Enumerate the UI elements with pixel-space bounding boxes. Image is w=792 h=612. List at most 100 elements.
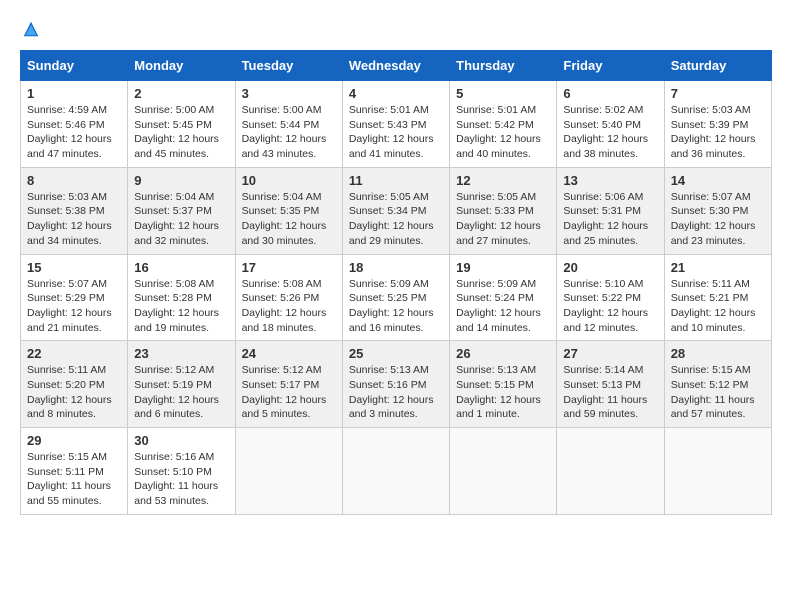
day-number: 4 (349, 86, 443, 101)
day-info: Sunrise: 5:10 AMSunset: 5:22 PMDaylight:… (563, 277, 657, 336)
empty-cell (450, 428, 557, 515)
day-number: 24 (242, 346, 336, 361)
calendar-day-cell: 20 Sunrise: 5:10 AMSunset: 5:22 PMDayligh… (557, 254, 664, 341)
day-number: 22 (27, 346, 121, 361)
calendar-day-cell: 19 Sunrise: 5:09 AMSunset: 5:24 PMDayligh… (450, 254, 557, 341)
day-number: 18 (349, 260, 443, 275)
day-info: Sunrise: 5:01 AMSunset: 5:43 PMDaylight:… (349, 103, 443, 162)
calendar-day-cell: 3 Sunrise: 5:00 AMSunset: 5:44 PMDaylight… (235, 81, 342, 168)
calendar-day-cell: 25Sunrise: 5:13 AMSunset: 5:16 PMDayligh… (342, 341, 449, 428)
day-info: Sunrise: 5:01 AMSunset: 5:42 PMDaylight:… (456, 103, 550, 162)
calendar-day-cell: 23 Sunrise: 5:12 AMSunset: 5:19 PMDayligh… (128, 341, 235, 428)
calendar-row: 8 Sunrise: 5:03 AMSunset: 5:38 PMDaylight… (21, 167, 772, 254)
day-number: 21 (671, 260, 765, 275)
calendar-day-cell: 8 Sunrise: 5:03 AMSunset: 5:38 PMDaylight… (21, 167, 128, 254)
day-info: Sunrise: 5:07 AMSunset: 5:29 PMDaylight:… (27, 277, 121, 336)
day-info: Sunrise: 5:03 AMSunset: 5:38 PMDaylight:… (27, 190, 121, 249)
calendar-table: SundayMondayTuesdayWednesdayThursdayFrid… (20, 50, 772, 515)
day-info: Sunrise: 5:09 AMSunset: 5:25 PMDaylight:… (349, 277, 443, 336)
day-of-week-header: Wednesday (342, 51, 449, 81)
day-info: Sunrise: 5:13 AMSunset: 5:16 PMDaylight:… (349, 363, 443, 422)
day-number: 16 (134, 260, 228, 275)
calendar-day-cell: 10 Sunrise: 5:04 AMSunset: 5:35 PMDayligh… (235, 167, 342, 254)
empty-cell (235, 428, 342, 515)
day-info: Sunrise: 5:07 AMSunset: 5:30 PMDaylight:… (671, 190, 765, 249)
calendar-row: 29Sunrise: 5:15 AMSunset: 5:11 PMDayligh… (21, 428, 772, 515)
calendar-day-cell: 15 Sunrise: 5:07 AMSunset: 5:29 PMDayligh… (21, 254, 128, 341)
day-info: Sunrise: 5:08 AMSunset: 5:28 PMDaylight:… (134, 277, 228, 336)
calendar-day-cell: 24 Sunrise: 5:12 AMSunset: 5:17 PMDayligh… (235, 341, 342, 428)
day-number: 6 (563, 86, 657, 101)
day-of-week-header: Tuesday (235, 51, 342, 81)
calendar-day-cell: 6 Sunrise: 5:02 AMSunset: 5:40 PMDaylight… (557, 81, 664, 168)
day-info: Sunrise: 5:08 AMSunset: 5:26 PMDaylight:… (242, 277, 336, 336)
logo (20, 20, 40, 34)
calendar-day-cell: 12Sunrise: 5:05 AMSunset: 5:33 PMDayligh… (450, 167, 557, 254)
day-info: Sunrise: 5:15 AMSunset: 5:11 PMDaylight:… (27, 450, 121, 509)
calendar-day-cell: 7Sunrise: 5:03 AMSunset: 5:39 PMDaylight… (664, 81, 771, 168)
day-info: Sunrise: 5:11 AMSunset: 5:20 PMDaylight:… (27, 363, 121, 422)
day-number: 5 (456, 86, 550, 101)
calendar-day-cell: 21 Sunrise: 5:11 AMSunset: 5:21 PMDayligh… (664, 254, 771, 341)
calendar-day-cell: 30Sunrise: 5:16 AMSunset: 5:10 PMDayligh… (128, 428, 235, 515)
calendar-day-cell: 2Sunrise: 5:00 AMSunset: 5:45 PMDaylight… (128, 81, 235, 168)
calendar-day-cell: 27Sunrise: 5:14 AMSunset: 5:13 PMDayligh… (557, 341, 664, 428)
calendar-day-cell: 26 Sunrise: 5:13 AMSunset: 5:15 PMDayligh… (450, 341, 557, 428)
logo-icon (22, 20, 40, 38)
day-info: Sunrise: 5:05 AMSunset: 5:33 PMDaylight:… (456, 190, 550, 249)
day-number: 17 (242, 260, 336, 275)
day-of-week-header: Monday (128, 51, 235, 81)
day-info: Sunrise: 5:09 AMSunset: 5:24 PMDaylight:… (456, 277, 550, 336)
page-header (20, 20, 772, 34)
day-info: Sunrise: 5:12 AMSunset: 5:17 PMDaylight:… (242, 363, 336, 422)
day-number: 10 (242, 173, 336, 188)
calendar-day-cell: 29Sunrise: 5:15 AMSunset: 5:11 PMDayligh… (21, 428, 128, 515)
day-info: Sunrise: 5:05 AMSunset: 5:34 PMDaylight:… (349, 190, 443, 249)
calendar-day-cell: 22 Sunrise: 5:11 AMSunset: 5:20 PMDayligh… (21, 341, 128, 428)
calendar-day-cell: 18 Sunrise: 5:09 AMSunset: 5:25 PMDayligh… (342, 254, 449, 341)
calendar-row: 22 Sunrise: 5:11 AMSunset: 5:20 PMDayligh… (21, 341, 772, 428)
day-of-week-header: Friday (557, 51, 664, 81)
calendar-day-cell: 1Sunrise: 4:59 AMSunset: 5:46 PMDaylight… (21, 81, 128, 168)
calendar-day-cell: 9 Sunrise: 5:04 AMSunset: 5:37 PMDaylight… (128, 167, 235, 254)
day-number: 11 (349, 173, 443, 188)
calendar-day-cell: 4 Sunrise: 5:01 AMSunset: 5:43 PMDaylight… (342, 81, 449, 168)
day-number: 14 (671, 173, 765, 188)
day-number: 15 (27, 260, 121, 275)
day-number: 13 (563, 173, 657, 188)
day-number: 3 (242, 86, 336, 101)
day-of-week-header: Saturday (664, 51, 771, 81)
day-number: 8 (27, 173, 121, 188)
day-info: Sunrise: 5:13 AMSunset: 5:15 PMDaylight:… (456, 363, 550, 422)
day-number: 9 (134, 173, 228, 188)
calendar-day-cell: 16 Sunrise: 5:08 AMSunset: 5:28 PMDayligh… (128, 254, 235, 341)
day-info: Sunrise: 5:04 AMSunset: 5:35 PMDaylight:… (242, 190, 336, 249)
day-number: 23 (134, 346, 228, 361)
day-info: Sunrise: 5:00 AMSunset: 5:44 PMDaylight:… (242, 103, 336, 162)
day-info: Sunrise: 5:00 AMSunset: 5:45 PMDaylight:… (134, 103, 228, 162)
day-number: 27 (563, 346, 657, 361)
day-info: Sunrise: 5:15 AMSunset: 5:12 PMDaylight:… (671, 363, 765, 422)
day-number: 7 (671, 86, 765, 101)
day-number: 28 (671, 346, 765, 361)
calendar-day-cell: 5 Sunrise: 5:01 AMSunset: 5:42 PMDaylight… (450, 81, 557, 168)
day-number: 26 (456, 346, 550, 361)
calendar-day-cell: 14 Sunrise: 5:07 AMSunset: 5:30 PMDayligh… (664, 167, 771, 254)
empty-cell (557, 428, 664, 515)
day-info: Sunrise: 5:16 AMSunset: 5:10 PMDaylight:… (134, 450, 228, 509)
day-info: Sunrise: 5:12 AMSunset: 5:19 PMDaylight:… (134, 363, 228, 422)
day-of-week-header: Sunday (21, 51, 128, 81)
empty-cell (342, 428, 449, 515)
calendar-day-cell: 28 Sunrise: 5:15 AMSunset: 5:12 PMDayligh… (664, 341, 771, 428)
calendar-day-cell: 17 Sunrise: 5:08 AMSunset: 5:26 PMDayligh… (235, 254, 342, 341)
day-info: Sunrise: 5:04 AMSunset: 5:37 PMDaylight:… (134, 190, 228, 249)
day-of-week-header: Thursday (450, 51, 557, 81)
empty-cell (664, 428, 771, 515)
day-info: Sunrise: 5:02 AMSunset: 5:40 PMDaylight:… (563, 103, 657, 162)
calendar-day-cell: 13Sunrise: 5:06 AMSunset: 5:31 PMDayligh… (557, 167, 664, 254)
day-number: 1 (27, 86, 121, 101)
calendar-row: 15 Sunrise: 5:07 AMSunset: 5:29 PMDayligh… (21, 254, 772, 341)
day-number: 20 (563, 260, 657, 275)
day-info: Sunrise: 5:11 AMSunset: 5:21 PMDaylight:… (671, 277, 765, 336)
day-number: 19 (456, 260, 550, 275)
